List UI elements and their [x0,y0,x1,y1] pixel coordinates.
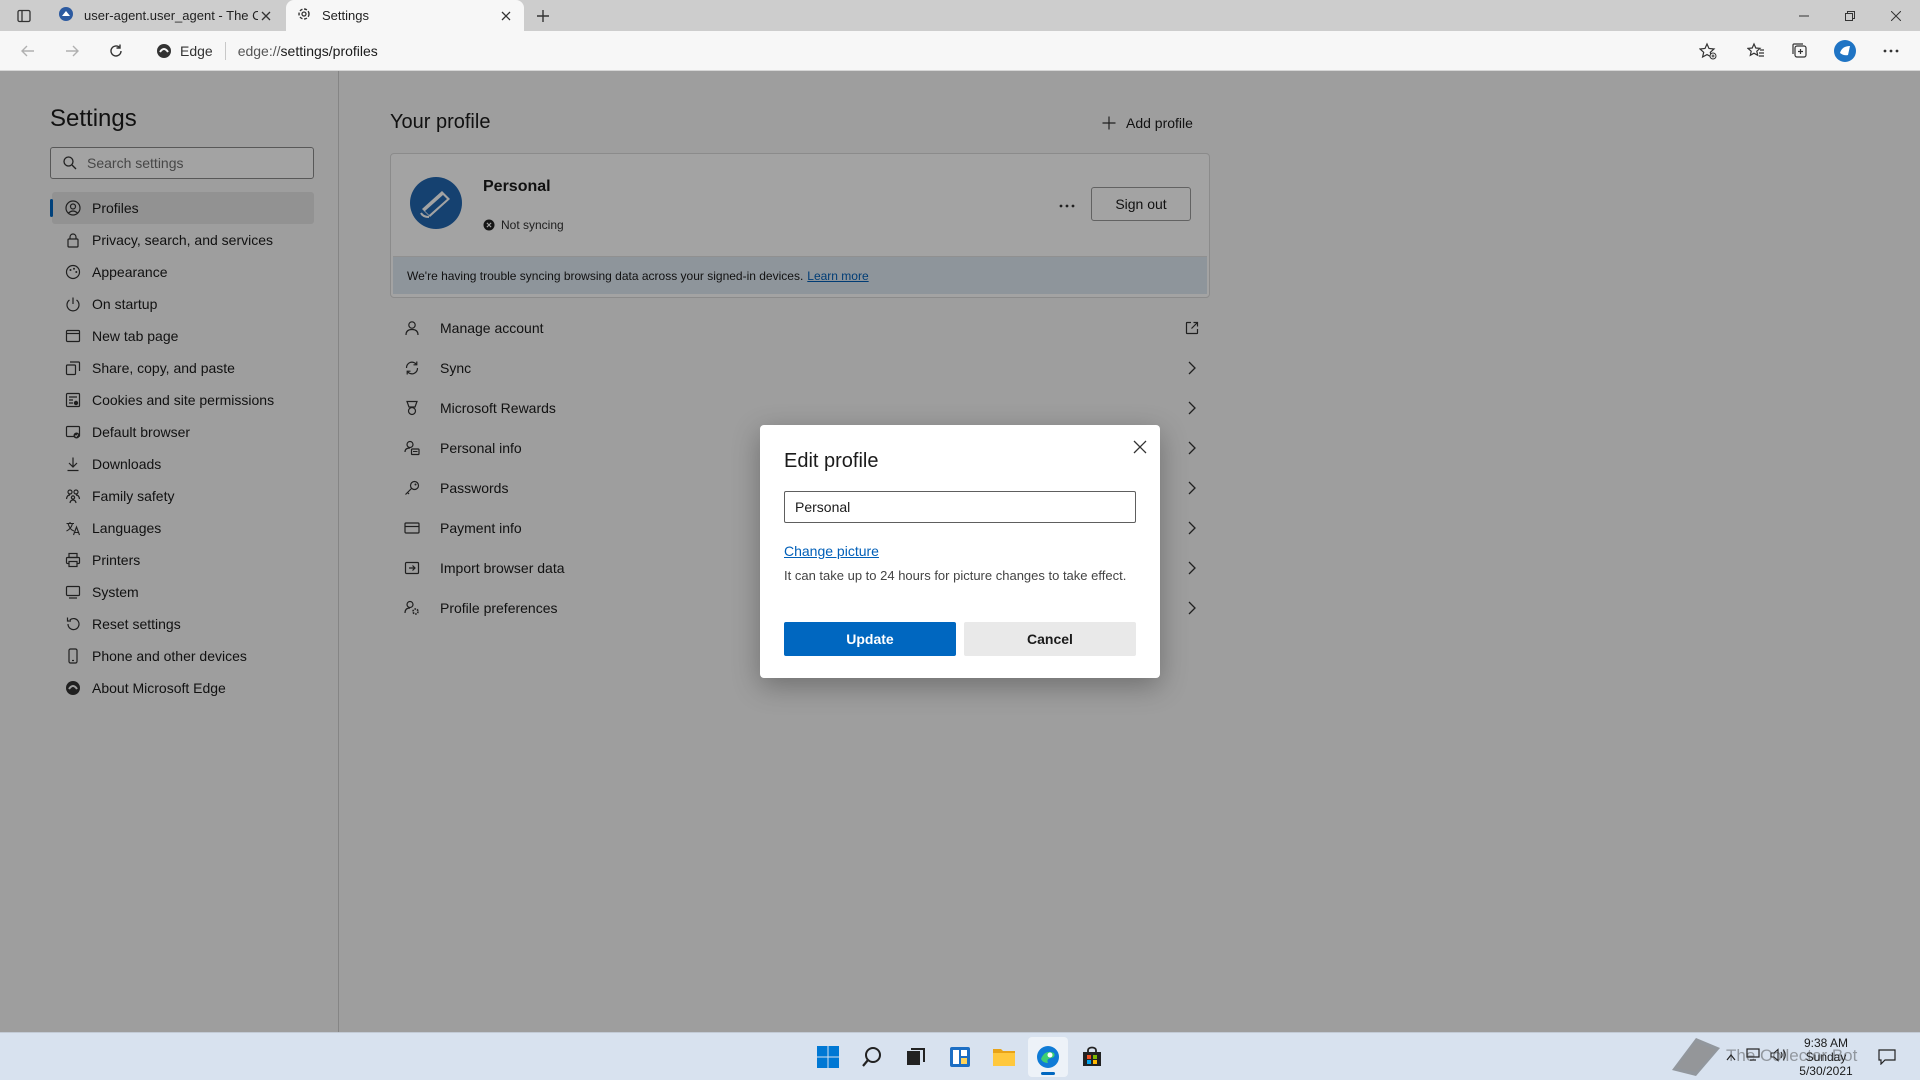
store-icon [1083,1046,1101,1066]
tab-user-agent[interactable]: user-agent.user_agent - The Coll [48,0,284,31]
book-watermark-icon [1672,1038,1720,1076]
update-button[interactable]: Update [784,622,956,656]
notification-icon [1878,1049,1896,1065]
search-icon [862,1047,881,1067]
collections-icon[interactable] [1786,37,1814,65]
start-button[interactable] [808,1037,848,1077]
taskbar-search-button[interactable] [852,1037,892,1077]
profile-avatar-icon[interactable] [1831,37,1859,65]
task-view-icon [907,1048,925,1065]
close-window-button[interactable] [1873,0,1919,31]
widgets-button[interactable] [940,1037,980,1077]
refresh-button[interactable] [102,37,130,65]
favorites-icon[interactable] [1742,37,1770,65]
site-label: Edge [180,43,213,59]
browser-toolbar: Edge edge://settings/profiles [0,31,1920,71]
clock-date: 5/30/2021 [1799,1064,1853,1078]
tab-label: Settings [322,8,369,23]
settings-more-icon[interactable] [1877,37,1905,65]
url-text: edge://settings/profiles [237,43,378,59]
watermark-text: The Collector Bot [1726,1046,1858,1065]
edge-icon [157,44,171,58]
task-view-button[interactable] [896,1037,936,1077]
tab-label: user-agent.user_agent - The Coll [84,8,258,23]
folder-icon [993,1049,1015,1066]
new-tab-button[interactable] [532,5,554,27]
tab-settings[interactable]: Settings [286,0,524,31]
edge-taskbar-button[interactable] [1028,1037,1068,1077]
forward-button[interactable] [58,37,86,65]
close-dialog-icon[interactable] [1126,433,1154,461]
edit-profile-dialog: Edit profile Change picture It can take … [760,425,1160,678]
minimize-button[interactable] [1781,0,1827,31]
add-favorite-icon[interactable] [1694,37,1722,65]
close-tab-icon[interactable] [258,8,274,24]
cancel-button[interactable]: Cancel [964,622,1136,656]
tab-bar: user-agent.user_agent - The Coll Setting… [0,0,1920,31]
site-info[interactable]: Edge [146,42,226,60]
gear-icon [296,6,312,25]
maximize-button[interactable] [1827,0,1873,31]
widgets-icon [950,1047,970,1067]
tab-actions-icon[interactable] [12,6,36,26]
back-button[interactable] [14,37,42,65]
change-picture-link[interactable]: Change picture [784,543,879,559]
notification-button[interactable] [1878,1033,1896,1080]
store-button[interactable] [1072,1037,1112,1077]
close-tab-icon[interactable] [498,8,514,24]
file-explorer-button[interactable] [984,1037,1024,1077]
profile-name-input[interactable] [784,491,1136,523]
taskbar: 9:38 AM Sunday 5/30/2021 [0,1032,1920,1080]
address-bar[interactable]: Edge edge://settings/profiles [146,36,1726,66]
edge-icon [1037,1046,1059,1068]
picture-hint-text: It can take up to 24 hours for picture c… [784,568,1127,583]
windows-icon [817,1046,839,1068]
page-favicon-icon [58,6,74,25]
dialog-title: Edit profile [784,450,879,472]
